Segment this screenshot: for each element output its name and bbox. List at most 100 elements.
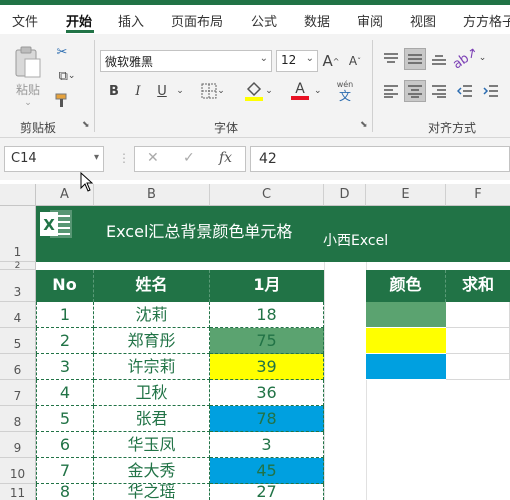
row-header-8[interactable]: 8 bbox=[0, 406, 36, 432]
header-name[interactable]: 姓名 bbox=[94, 270, 210, 302]
cell-value[interactable]: 36 bbox=[210, 380, 324, 406]
cell-value[interactable]: 18 bbox=[210, 302, 324, 328]
row-header-11[interactable]: 11 bbox=[0, 484, 36, 500]
cell-name[interactable]: 郑育彤 bbox=[94, 328, 210, 354]
tab-insert[interactable]: 插入 bbox=[118, 11, 144, 30]
header-color[interactable]: 颜色 bbox=[366, 270, 446, 302]
active-tab-indicator bbox=[66, 30, 94, 33]
row-header-10[interactable]: 10 bbox=[0, 458, 36, 484]
cell-no[interactable]: 5 bbox=[36, 406, 94, 432]
row-header-4[interactable]: 4 bbox=[0, 302, 36, 328]
align-middle-icon bbox=[408, 54, 422, 64]
copy-button[interactable]: ⧉ ⌄ bbox=[52, 66, 82, 86]
cell-no[interactable]: 3 bbox=[36, 354, 94, 380]
align-top-button[interactable] bbox=[380, 48, 402, 70]
header-jan[interactable]: 1月 bbox=[210, 270, 324, 302]
align-bottom-button[interactable] bbox=[428, 48, 450, 70]
cell-no[interactable]: 2 bbox=[36, 328, 94, 354]
cell-name[interactable]: 张君 bbox=[94, 406, 210, 432]
cell-no[interactable]: 4 bbox=[36, 380, 94, 406]
sum-cell[interactable] bbox=[446, 328, 510, 354]
align-center-button[interactable] bbox=[404, 80, 426, 102]
cancel-icon[interactable]: ✕ bbox=[147, 150, 159, 166]
chevron-down-icon[interactable]: ⌄ bbox=[314, 86, 322, 96]
color-swatch-cell[interactable] bbox=[366, 328, 446, 354]
select-all-corner[interactable] bbox=[0, 184, 36, 206]
fill-color-button[interactable]: ⌄ bbox=[240, 78, 276, 104]
column-header-e[interactable]: E bbox=[366, 184, 446, 206]
cell-no[interactable]: 7 bbox=[36, 458, 94, 484]
increase-indent-button[interactable] bbox=[480, 80, 502, 102]
cell-name[interactable]: 华之瑶 bbox=[94, 484, 210, 500]
bold-button[interactable]: B bbox=[104, 80, 124, 102]
tab-fangfanggezi[interactable]: 方方格子 bbox=[463, 11, 510, 30]
align-right-button[interactable] bbox=[428, 80, 450, 102]
check-icon[interactable]: ✓ bbox=[183, 150, 195, 166]
tab-review[interactable]: 审阅 bbox=[357, 11, 383, 30]
borders-button[interactable]: ⌄ bbox=[196, 80, 230, 102]
cell-value[interactable]: 3 bbox=[210, 432, 324, 458]
underline-dropdown[interactable]: ⌄ bbox=[174, 80, 186, 102]
grow-font-button[interactable]: A ^ bbox=[320, 50, 342, 72]
italic-button[interactable]: I bbox=[128, 80, 148, 102]
tab-home[interactable]: 开始 bbox=[66, 11, 92, 30]
paste-button[interactable]: 粘贴 ⌄ bbox=[10, 42, 46, 110]
cell-value[interactable]: 27 bbox=[210, 484, 324, 500]
tab-file[interactable]: 文件 bbox=[12, 11, 38, 30]
row-header-2[interactable]: 2 bbox=[0, 261, 36, 271]
cell-value[interactable]: 39 bbox=[210, 354, 324, 380]
dialog-launcher-icon[interactable]: ⬊ bbox=[360, 120, 368, 130]
align-left-button[interactable] bbox=[380, 80, 402, 102]
cell-value[interactable]: 78 bbox=[210, 406, 324, 432]
cell-value[interactable]: 75 bbox=[210, 328, 324, 354]
font-name-combo[interactable]: 微软雅黑 ⌄ bbox=[100, 50, 272, 72]
tab-formulas[interactable]: 公式 bbox=[251, 11, 277, 30]
header-no[interactable]: No bbox=[36, 270, 94, 302]
cell-no[interactable]: 6 bbox=[36, 432, 94, 458]
row-header-6[interactable]: 6 bbox=[0, 354, 36, 380]
decrease-indent-button[interactable] bbox=[454, 80, 476, 102]
cut-button[interactable]: ✂ bbox=[52, 42, 72, 62]
orientation-button[interactable]: ab↗ ⌄ bbox=[450, 44, 487, 72]
column-header-c[interactable]: C bbox=[210, 184, 324, 206]
row-header-7[interactable]: 7 bbox=[0, 380, 36, 406]
copy-icon: ⧉ bbox=[58, 68, 68, 84]
format-painter-button[interactable] bbox=[52, 90, 72, 110]
cell-name[interactable]: 卫秋 bbox=[94, 380, 210, 406]
phonetic-button[interactable]: wén 文 bbox=[328, 76, 362, 106]
name-box[interactable]: C14 ▾ bbox=[4, 146, 104, 172]
cell-name[interactable]: 华玉凤 bbox=[94, 432, 210, 458]
cell-value[interactable]: 45 bbox=[210, 458, 324, 484]
tab-page-layout[interactable]: 页面布局 bbox=[171, 11, 223, 30]
tab-data[interactable]: 数据 bbox=[304, 11, 330, 30]
column-header-b[interactable]: B bbox=[94, 184, 210, 206]
font-color-button[interactable]: A bbox=[282, 78, 318, 104]
cell-no[interactable]: 8 bbox=[36, 484, 94, 500]
insert-function-icon[interactable]: fx bbox=[219, 150, 232, 166]
align-middle-button[interactable] bbox=[404, 48, 426, 70]
cell-name[interactable]: 金大秀 bbox=[94, 458, 210, 484]
cell-name[interactable]: 许宗莉 bbox=[94, 354, 210, 380]
color-swatch-cell[interactable] bbox=[366, 354, 446, 380]
sum-cell[interactable] bbox=[446, 302, 510, 328]
row-header-3[interactable]: 3 bbox=[0, 270, 36, 302]
drag-handle-icon[interactable]: ⋮ bbox=[118, 151, 130, 165]
border-grid-icon bbox=[201, 83, 217, 99]
shrink-font-button[interactable]: Aˇ bbox=[344, 50, 366, 72]
row-header-9[interactable]: 9 bbox=[0, 432, 36, 458]
column-header-f[interactable]: F bbox=[446, 184, 510, 206]
color-swatch-cell[interactable] bbox=[366, 302, 446, 328]
row-header-1[interactable]: 1 bbox=[0, 206, 36, 262]
dialog-launcher-icon[interactable]: ⬊ bbox=[82, 120, 90, 130]
underline-button[interactable]: U bbox=[152, 80, 172, 102]
cell-no[interactable]: 1 bbox=[36, 302, 94, 328]
sum-cell[interactable] bbox=[446, 354, 510, 380]
tab-view[interactable]: 视图 bbox=[410, 11, 436, 30]
cell-name[interactable]: 沈莉 bbox=[94, 302, 210, 328]
align-center-icon bbox=[408, 85, 422, 98]
font-size-combo[interactable]: 12 ⌄ bbox=[276, 50, 318, 72]
row-header-5[interactable]: 5 bbox=[0, 328, 36, 354]
header-sum[interactable]: 求和 bbox=[446, 270, 510, 302]
column-header-d[interactable]: D bbox=[324, 184, 366, 206]
formula-input[interactable]: 42 bbox=[250, 146, 510, 172]
